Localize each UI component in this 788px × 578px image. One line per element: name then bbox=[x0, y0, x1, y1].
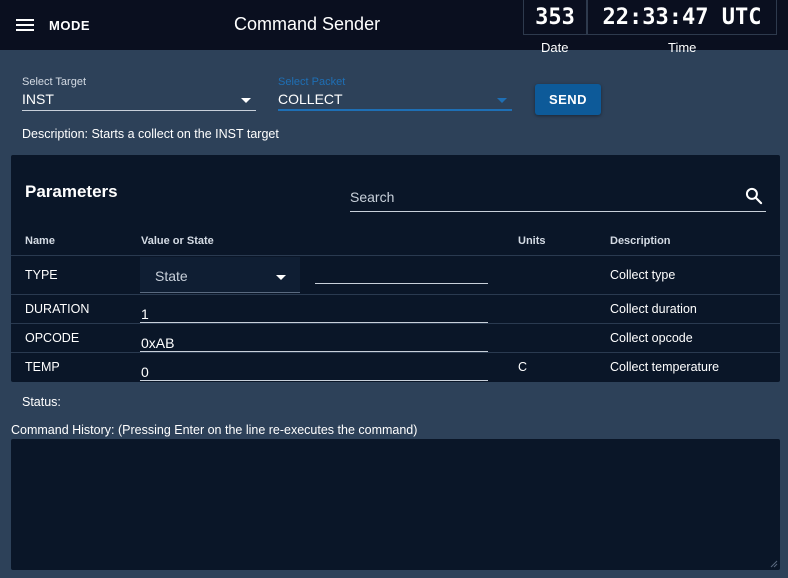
param-name-opcode: OPCODE bbox=[25, 331, 80, 345]
send-button[interactable]: SEND bbox=[535, 84, 601, 115]
chevron-down-icon bbox=[241, 98, 251, 103]
param-name-type: TYPE bbox=[25, 268, 58, 282]
parameters-title: Parameters bbox=[25, 182, 118, 201]
column-header-name: Name bbox=[25, 235, 55, 247]
param-description-opcode: Collect opcode bbox=[610, 331, 693, 345]
type-value-input[interactable] bbox=[315, 263, 488, 284]
parameters-card: Parameters Name Value or State Units Des… bbox=[11, 155, 780, 382]
opcode-value: 0xAB bbox=[141, 335, 175, 351]
packet-select-value: COLLECT bbox=[278, 91, 343, 107]
param-description-temp: Collect temperature bbox=[610, 360, 720, 374]
clock-date-value: 353 bbox=[523, 0, 587, 35]
target-select[interactable]: INST bbox=[22, 87, 256, 111]
chevron-down-icon bbox=[276, 275, 286, 280]
row-divider bbox=[11, 255, 780, 256]
param-units-temp: C bbox=[518, 360, 528, 374]
mode-menu-button[interactable]: MODE bbox=[10, 11, 100, 39]
duration-value-input[interactable]: 1 bbox=[140, 301, 488, 323]
command-history-label: Command History: (Pressing Enter on the … bbox=[11, 423, 418, 437]
type-state-select[interactable]: State bbox=[140, 257, 300, 293]
clock-time-label: Time bbox=[668, 40, 697, 55]
type-state-label: State bbox=[155, 268, 188, 284]
command-description: Description: Starts a collect on the INS… bbox=[22, 127, 279, 141]
column-header-value: Value or State bbox=[141, 235, 214, 247]
status-label: Status: bbox=[22, 395, 61, 409]
temp-value-input[interactable]: 0 bbox=[140, 359, 488, 381]
row-divider bbox=[11, 294, 780, 295]
search-input[interactable] bbox=[350, 187, 730, 207]
clock-date-label: Date bbox=[541, 40, 569, 55]
chevron-down-icon bbox=[497, 98, 507, 103]
packet-select[interactable]: COLLECT bbox=[278, 87, 512, 111]
param-name-duration: DURATION bbox=[25, 302, 90, 316]
param-description-duration: Collect duration bbox=[610, 302, 697, 316]
param-description-type: Collect type bbox=[610, 268, 676, 282]
opcode-value-input[interactable]: 0xAB bbox=[140, 330, 488, 352]
column-header-units: Units bbox=[518, 235, 546, 247]
column-header-description: Description bbox=[610, 235, 671, 247]
row-divider bbox=[11, 352, 780, 353]
page-title: Command Sender bbox=[234, 14, 381, 34]
target-select-value: INST bbox=[22, 91, 54, 107]
hamburger-icon bbox=[16, 18, 34, 32]
temp-value: 0 bbox=[141, 364, 149, 380]
search-icon[interactable] bbox=[744, 186, 764, 206]
clock-time-value: 22:33:47 UTC bbox=[587, 0, 777, 35]
resize-handle-icon[interactable] bbox=[770, 560, 778, 568]
mode-label: MODE bbox=[49, 17, 90, 33]
search-field bbox=[350, 184, 766, 212]
row-divider bbox=[11, 323, 780, 324]
duration-value: 1 bbox=[141, 306, 149, 322]
command-history-textarea[interactable] bbox=[11, 439, 780, 570]
param-name-temp: TEMP bbox=[25, 360, 60, 374]
